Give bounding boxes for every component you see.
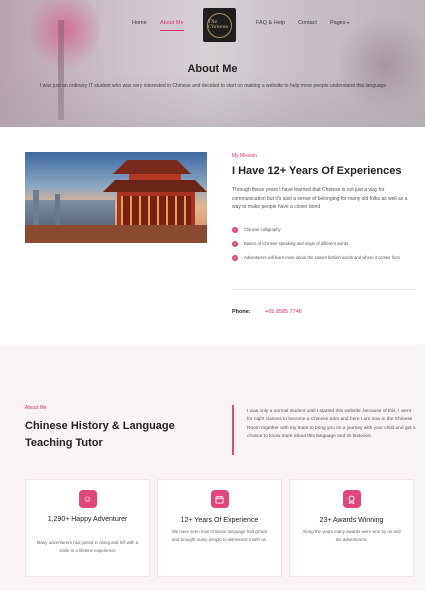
checklist-item: ✓ Adventurers will learn more about the … xyxy=(232,254,417,261)
hero-background-shade xyxy=(0,70,425,127)
city-tower xyxy=(33,190,39,225)
nav-about-me[interactable]: About Me xyxy=(160,20,184,31)
calendar-icon xyxy=(210,490,229,508)
checklist-item: ✓ Basics of Chinese speaking and origin … xyxy=(232,240,417,247)
city-tower xyxy=(55,194,60,225)
temple-ground xyxy=(25,225,207,243)
smile-icon: ☺ xyxy=(78,490,97,508)
mission-tag: My Mission xyxy=(232,153,258,159)
stat-card-text: Along the years many awards were won by … xyxy=(302,529,401,543)
mission-title: I Have 12+ Years Of Experiences xyxy=(232,165,402,177)
hero-description: I was just an ordinary IT student who wa… xyxy=(39,83,387,89)
nav-contact[interactable]: Contact xyxy=(298,20,317,26)
stat-card-text: We have seen how Chinese language had gr… xyxy=(171,529,268,543)
phone-label: Phone: xyxy=(232,309,251,315)
about-text: I was only a normal student until I star… xyxy=(247,409,416,440)
section-wave-divider xyxy=(0,344,425,383)
nav-home[interactable]: Home xyxy=(132,20,147,26)
award-icon xyxy=(342,490,361,508)
logo-ring: The Chinese xyxy=(207,12,232,38)
logo-text: The Chinese xyxy=(208,19,229,30)
checklist-item-text: Basics of Chinese speaking and origin of… xyxy=(244,241,349,246)
stat-card-title: 12+ Years Of Experience xyxy=(180,517,259,524)
page-title: About Me xyxy=(187,63,238,75)
nav-pages-label: Pages xyxy=(330,20,346,26)
site-logo[interactable]: The Chinese xyxy=(203,8,236,42)
award-icon-glyph xyxy=(348,495,355,504)
phone-link[interactable]: +65 8585 7746 xyxy=(265,309,302,315)
temple-roof-upper xyxy=(113,160,191,174)
about-tag: About Me xyxy=(25,405,47,411)
calendar-icon-glyph xyxy=(215,495,224,504)
checklist-item-text: Chinese calligraphy xyxy=(244,227,281,232)
checklist-item-text: Adventurers will learn more about the st… xyxy=(244,255,400,260)
chevron-down-icon: ▾ xyxy=(347,20,350,25)
check-icon: ✓ xyxy=(232,240,238,247)
mission-text: Through these years I have learned that … xyxy=(232,187,408,210)
check-icon: ✓ xyxy=(232,254,238,261)
quote-accent-bar xyxy=(232,405,234,455)
stat-card-awards: 23+ Awards Winning Along the years many … xyxy=(289,479,414,577)
stat-card-experience: 12+ Years Of Experience We have seen how… xyxy=(157,479,282,577)
stat-card-title: 1,290+ Happy Adventurer xyxy=(47,516,128,523)
stat-card-adventurers: ☺ 1,290+ Happy Adventurer Many adventure… xyxy=(25,479,150,577)
temple-roof-lower xyxy=(103,180,207,192)
nav-about-me-label: About Me xyxy=(160,20,184,26)
temple-image xyxy=(25,152,207,243)
hero-banner: Home About Me The Chinese FAQ & Help Con… xyxy=(0,0,425,127)
temple-pillars xyxy=(121,196,191,225)
nav-active-underline xyxy=(160,30,184,31)
about-title: Chinese History & Language Teaching Tuto… xyxy=(25,420,175,449)
stat-card-text: Many adventurers had joined in along and… xyxy=(36,540,139,554)
nav-pages[interactable]: Pages ▾ xyxy=(330,20,349,26)
stat-card-title: 23+ Awards Winning xyxy=(319,517,384,524)
divider xyxy=(232,289,415,290)
checklist-item: ✓ Chinese calligraphy xyxy=(232,226,417,233)
nav-faq-help[interactable]: FAQ & Help xyxy=(256,20,285,26)
check-icon: ✓ xyxy=(232,226,238,233)
hero-background-tower-glow xyxy=(30,0,100,70)
